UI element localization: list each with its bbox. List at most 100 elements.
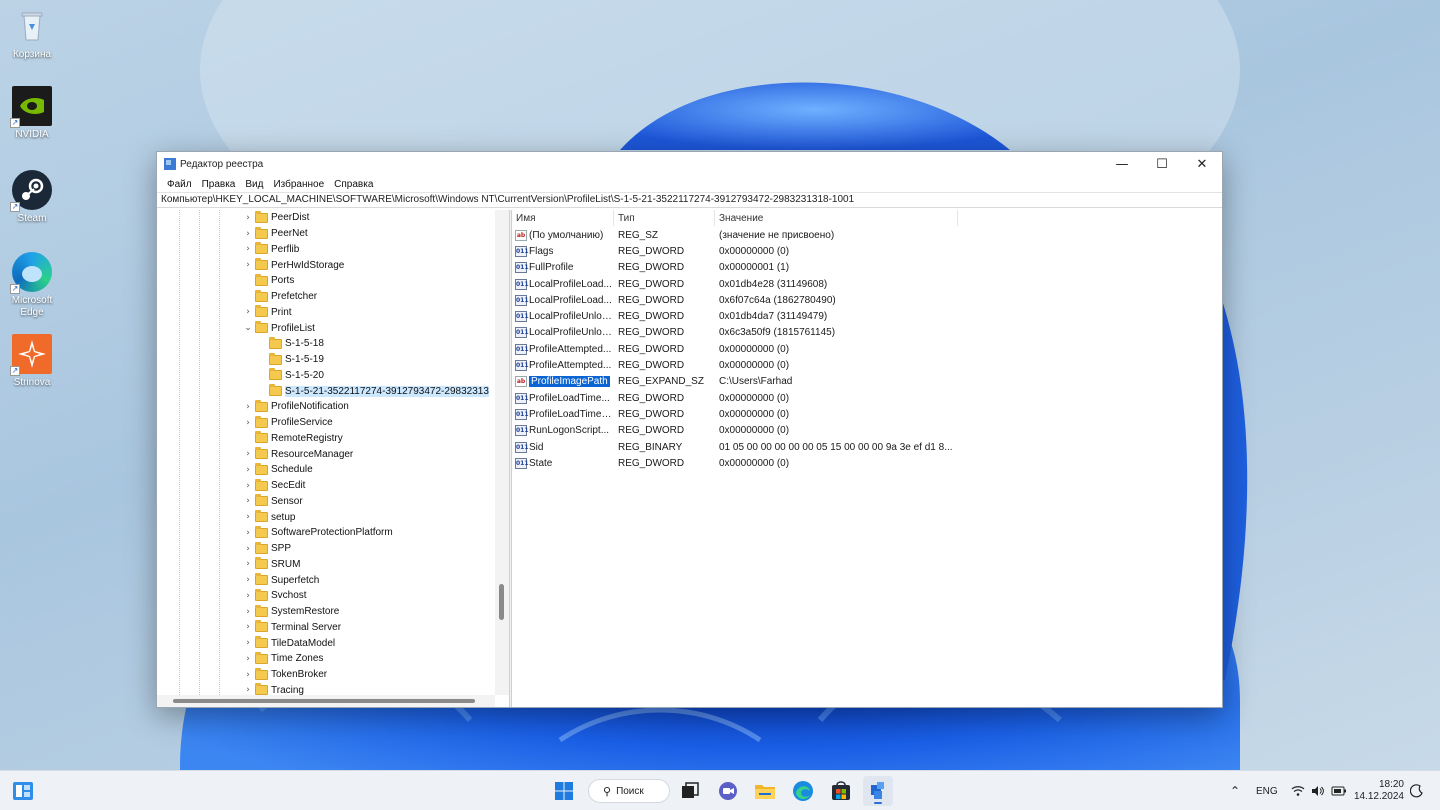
show-hidden-icons-button[interactable]: ⌃ — [1230, 771, 1240, 810]
desktop-icon-steam[interactable]: ↗ Steam — [4, 170, 60, 225]
tree-node[interactable]: › Terminal Server — [243, 620, 341, 636]
menu-favorites[interactable]: Избранное — [268, 179, 329, 190]
chevron-right-icon[interactable]: › — [243, 654, 253, 664]
value-row[interactable]: 011 LocalProfileUnloa... REG_DWORD 0x6c3a50… — [512, 325, 1222, 341]
chevron-right-icon[interactable]: › — [243, 244, 253, 254]
value-row[interactable]: 011 LocalProfileLoad... REG_DWORD 0x01db4e2… — [512, 276, 1222, 292]
tree-node[interactable]: S-1-5-20 — [257, 368, 324, 384]
menu-view[interactable]: Вид — [240, 179, 268, 190]
file-explorer-button[interactable] — [753, 779, 777, 803]
network-button[interactable] — [1291, 771, 1305, 810]
chevron-right-icon[interactable]: › — [243, 544, 253, 554]
tree-vertical-scroll-thumb[interactable] — [499, 584, 504, 620]
tree-node[interactable]: › SPP — [243, 541, 291, 557]
desktop-icon-edge[interactable]: ↗ Microsoft Edge — [4, 252, 60, 319]
tree-node[interactable]: › PeerNet — [243, 226, 308, 242]
tree-node[interactable]: › Svchost — [243, 588, 307, 604]
minimize-button[interactable]: — — [1102, 152, 1142, 176]
tree-node[interactable]: › SecEdit — [243, 478, 305, 494]
tree-node[interactable]: ⌄ ProfileList — [243, 320, 315, 336]
tree-vertical-scrollbar[interactable] — [495, 210, 509, 695]
tree-node[interactable]: › ProfileNotification — [243, 399, 349, 415]
widgets-button[interactable] — [12, 780, 34, 802]
value-row[interactable]: ab ProfileImagePath REG_EXPAND_SZ C:\Users\… — [512, 374, 1222, 390]
tree-node[interactable]: S-1-5-19 — [257, 352, 324, 368]
chevron-right-icon[interactable]: › — [243, 559, 253, 569]
chat-button[interactable] — [716, 779, 740, 803]
chevron-right-icon[interactable]: › — [243, 685, 253, 695]
chevron-right-icon[interactable]: › — [243, 496, 253, 506]
tree-node[interactable]: › TileDataModel — [243, 635, 335, 651]
maximize-button[interactable]: ☐ — [1142, 152, 1182, 176]
chevron-right-icon[interactable]: › — [243, 307, 253, 317]
desktop-icon-nvidia[interactable]: ↗ NVIDIA — [4, 86, 60, 141]
tree-node[interactable]: › PerHwIdStorage — [243, 257, 344, 273]
chevron-right-icon[interactable]: › — [243, 528, 253, 538]
store-button[interactable] — [829, 779, 853, 803]
chevron-right-icon[interactable]: › — [243, 670, 253, 680]
value-row[interactable]: 011 RunLogonScript... REG_DWORD 0x00000000 … — [512, 423, 1222, 439]
chevron-right-icon[interactable]: › — [243, 607, 253, 617]
start-button[interactable] — [552, 779, 576, 803]
volume-button[interactable] — [1311, 771, 1325, 810]
value-row[interactable]: ab (По умолчанию) REG_SZ (значение не присв… — [512, 227, 1222, 243]
chevron-right-icon[interactable]: › — [243, 638, 253, 648]
value-row[interactable]: 011 LocalProfileLoad... REG_DWORD 0x6f07c64… — [512, 292, 1222, 308]
clock[interactable]: 18:20 14.12.2024 — [1354, 779, 1404, 803]
language-indicator[interactable]: ENG — [1256, 771, 1278, 810]
chevron-right-icon[interactable]: › — [243, 229, 253, 239]
tree-node[interactable]: Prefetcher — [243, 289, 317, 305]
chevron-right-icon[interactable]: › — [243, 402, 253, 412]
value-row[interactable]: 011 ProfileAttempted... REG_DWORD 0x0000000… — [512, 341, 1222, 357]
chevron-right-icon[interactable]: › — [243, 512, 253, 522]
value-row[interactable]: 011 Sid REG_BINARY 01 05 00 00 00 00 00 05 … — [512, 439, 1222, 455]
value-row[interactable]: 011 LocalProfileUnloa... REG_DWORD 0x01db4d… — [512, 308, 1222, 324]
tree-horizontal-scrollbar[interactable] — [157, 695, 495, 707]
chevron-right-icon[interactable]: › — [243, 418, 253, 428]
tree-horizontal-scroll-thumb[interactable] — [173, 699, 475, 703]
tree-node[interactable]: Ports — [243, 273, 294, 289]
tree-node[interactable]: › ResourceManager — [243, 446, 353, 462]
key-tree-pane[interactable]: › PeerDist › PeerNet › Perflib › PerHwIdStorage… — [157, 210, 510, 707]
tree-node[interactable]: › SRUM — [243, 557, 300, 573]
menu-file[interactable]: Файл — [162, 179, 197, 190]
chevron-right-icon[interactable]: › — [243, 465, 253, 475]
tree-node[interactable]: › SoftwareProtectionPlatform — [243, 525, 393, 541]
tree-node[interactable]: S-1-5-21-3522117274-3912793472-29832313 — [257, 383, 489, 399]
notifications-button[interactable] — [1410, 771, 1424, 810]
column-header-type[interactable]: Тип — [614, 210, 715, 226]
tree-node[interactable]: › ProfileService — [243, 415, 333, 431]
menu-edit[interactable]: Правка — [197, 179, 241, 190]
close-button[interactable]: ✕ — [1182, 152, 1222, 176]
tree-node[interactable]: › Perflib — [243, 242, 299, 258]
chevron-right-icon[interactable]: › — [243, 213, 253, 223]
tree-node[interactable]: › PeerDist — [243, 210, 309, 226]
tree-node[interactable]: › Superfetch — [243, 572, 319, 588]
chevron-right-icon[interactable]: › — [243, 481, 253, 491]
value-row[interactable]: 011 ProfileAttempted... REG_DWORD 0x0000000… — [512, 357, 1222, 373]
column-header-name[interactable]: Имя — [512, 210, 614, 226]
tree-node[interactable]: › TokenBroker — [243, 667, 327, 683]
chevron-right-icon[interactable]: › — [243, 449, 253, 459]
address-bar[interactable]: Компьютер\HKEY_LOCAL_MACHINE\SOFTWARE\Mi… — [157, 192, 1222, 208]
task-view-button[interactable] — [678, 779, 702, 803]
tree-node[interactable]: › setup — [243, 509, 295, 525]
value-row[interactable]: 011 Flags REG_DWORD 0x00000000 (0) — [512, 243, 1222, 259]
tree-node[interactable]: › Sensor — [243, 494, 303, 510]
regedit-taskbar-button[interactable] — [863, 776, 893, 806]
value-row[interactable]: 011 ProfileLoadTime... REG_DWORD 0x00000000… — [512, 390, 1222, 406]
tree-node[interactable]: › Tracing — [243, 683, 304, 695]
battery-button[interactable] — [1331, 771, 1347, 810]
menu-help[interactable]: Справка — [329, 179, 378, 190]
value-row[interactable]: 011 FullProfile REG_DWORD 0x00000001 (1) — [512, 260, 1222, 276]
chevron-right-icon[interactable]: › — [243, 260, 253, 270]
desktop-icon-recycle-bin[interactable]: Корзина — [4, 6, 60, 61]
value-row[interactable]: 011 ProfileLoadTimeL... REG_DWORD 0x0000000… — [512, 406, 1222, 422]
tree-node[interactable]: › Time Zones — [243, 651, 323, 667]
chevron-right-icon[interactable]: › — [243, 575, 253, 585]
tree-node[interactable]: S-1-5-18 — [257, 336, 324, 352]
chevron-right-icon[interactable]: › — [243, 622, 253, 632]
desktop-icon-strinova[interactable]: ↗ Strinova — [4, 334, 60, 389]
tree-node[interactable]: › SystemRestore — [243, 604, 339, 620]
column-header-value[interactable]: Значение — [715, 210, 958, 226]
